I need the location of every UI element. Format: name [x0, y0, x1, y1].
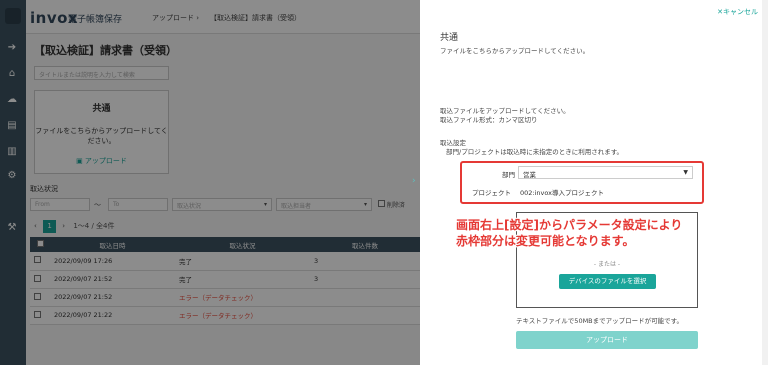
size-limit-note: テキストファイルで50MBまでアップロードが可能です。	[516, 317, 683, 325]
or-divider: - または -	[593, 261, 621, 268]
upload-button[interactable]: アップロード	[516, 331, 698, 349]
settings-description: 部門/プロジェクトは取込時に未指定のときに利用されます。	[446, 148, 624, 156]
cancel-button[interactable]: ✕キャンセル	[717, 7, 758, 17]
chevron-down-icon: ▼	[683, 169, 688, 176]
settings-title: 取込設定	[440, 139, 466, 147]
department-value: 営業	[523, 171, 536, 179]
instruction-text: 取込ファイルをアップロードしてください。	[440, 107, 570, 115]
panel-title: 共通	[440, 33, 459, 43]
department-label: 部門	[502, 171, 515, 179]
select-device-file-button[interactable]: デバイスのファイルを選択	[559, 274, 656, 289]
file-format-text: 取込ファイル形式：カンマ区切り	[440, 116, 538, 124]
scrollbar[interactable]	[762, 0, 768, 365]
annotation-callout: 画面右上[設定]からパラメータ設定により 赤枠部分は変更可能となります。	[456, 217, 682, 249]
callout-line-1: 画面右上[設定]からパラメータ設定により	[456, 218, 683, 232]
upload-panel: ✕キャンセル 共通 ファイルをこちらからアップロードしてください。 取込ファイル…	[420, 0, 768, 365]
project-value[interactable]: 002:invox導入プロジェクト	[520, 187, 604, 197]
project-label: プロジェクト	[472, 189, 511, 197]
panel-subtitle: ファイルをこちらからアップロードしてください。	[440, 47, 590, 55]
modal-backdrop[interactable]	[0, 0, 420, 365]
department-select[interactable]: 営業 ▼	[518, 166, 693, 179]
callout-line-2: 赤枠部分は変更可能となります。	[456, 234, 635, 248]
chevron-right-icon[interactable]: ›	[412, 176, 416, 186]
